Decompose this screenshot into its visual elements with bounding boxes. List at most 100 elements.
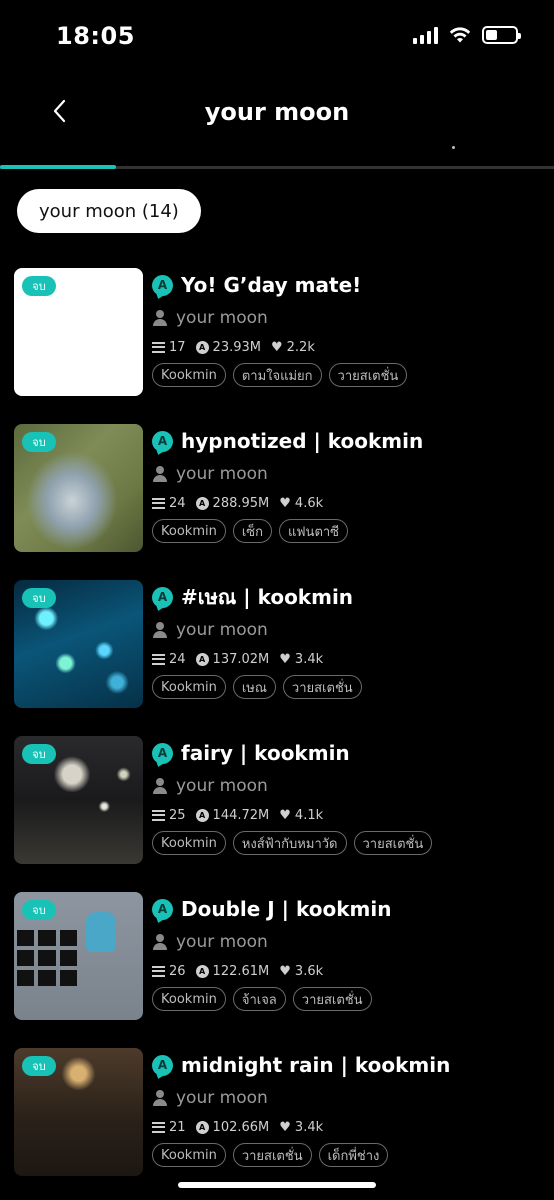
header: your moon [0,74,554,154]
heart-icon: ♥ [279,495,291,511]
story-item[interactable]: จบ A Yo! G’day mate! your moon 17 A 23.93M… [0,268,554,424]
completed-badge: จบ [22,588,56,608]
story-item[interactable]: จบ Ahypnotized | kookmin your moon 24 A2… [0,424,554,580]
story-item[interactable]: จบ Afairy | kookmin your moon 25 A 144.72… [0,736,554,892]
tab-indicator [0,165,116,169]
status-time: 18:05 [56,22,135,50]
reads-icon: A [195,496,209,510]
chapter-count: 26 [169,963,186,979]
like-count: 4.6k [294,495,324,511]
signal-icon [413,26,438,44]
user-icon [152,466,168,482]
author-name[interactable]: your moon [176,776,268,796]
tag[interactable]: วายสเตชั่น [353,831,433,855]
heart-icon: ♥ [270,339,283,355]
story-info: Afairy | kookmin your moon 25 A 144.72M ♥… [152,740,542,855]
story-item[interactable]: จบ A #เษณ | kookmin your moon 24 A 137.02M… [0,580,554,736]
tag[interactable]: หงส์ฟ้ากับหมาวัด [232,831,347,855]
read-count: 144.72M [212,807,270,823]
story-list: จบ A Yo! G’day mate! your moon 17 A 23.93M… [0,268,554,1200]
chapter-count: 24 [169,651,186,667]
author-name[interactable]: your moon [176,464,268,484]
battery-icon [482,26,521,44]
story-info: Ahypnotized | kookmin your moon 24 A 288.… [152,428,542,543]
user-icon [152,310,168,326]
read-count: 23.93M [212,339,261,355]
tag[interactable]: เษณ [232,675,276,699]
heart-icon: ♥ [279,651,291,667]
like-count: 2.2k [286,339,315,355]
story-info: A Yo! G’day mate! your moon 17 A 23.93M ♥ 2… [152,272,542,387]
cover-art [17,930,77,986]
like-count: 3.6k [294,963,324,979]
chapter-count: 17 [169,339,186,355]
reads-icon: A [195,1120,209,1134]
tag[interactable]: Kookmin [152,831,226,855]
completed-badge: จบ [22,1056,56,1076]
chapters-icon [152,341,165,353]
story-info: A #เษณ | kookmin your moon 24 A 137.02M ♥ 3… [152,584,542,699]
story-type-icon: A [152,586,173,608]
author-name[interactable]: your moon [176,1088,268,1108]
completed-badge: จบ [22,900,56,920]
wifi-icon [449,27,471,43]
reads-icon: A [195,964,209,978]
home-indicator[interactable] [178,1182,376,1188]
like-count: 3.4k [294,1119,324,1135]
author-name[interactable]: your moon [176,932,268,952]
chapter-count: 25 [169,807,186,823]
tag[interactable]: วายสเตชั่น [232,1143,312,1167]
author-name[interactable]: your moon [176,308,268,328]
read-count: 288.95M [212,495,270,511]
tag[interactable]: Kookmin [152,1143,226,1167]
story-title[interactable]: #เษณ | kookmin [181,581,353,613]
tag[interactable]: จ้าเจล [232,987,286,1011]
tag[interactable]: Kookmin [152,987,226,1011]
like-count: 3.4k [294,651,324,667]
heart-icon: ♥ [279,807,291,823]
tag[interactable]: วายสเตชั่น [292,987,372,1011]
chapter-count: 24 [169,495,186,511]
reads-icon: A [195,652,209,666]
story-cover[interactable]: จบ [14,424,143,552]
story-cover[interactable]: จบ [14,580,143,708]
reads-icon: A [195,808,209,822]
story-title[interactable]: hypnotized | kookmin [181,429,423,453]
story-cover[interactable]: จบ [14,268,143,396]
tag[interactable]: Kookmin [152,675,226,699]
story-info: A Double J | kookmin your moon 26 A 122.61… [152,896,542,1011]
tag[interactable]: เด็กพี่ช่าง [318,1143,389,1167]
story-cover[interactable]: จบ [14,1048,143,1176]
story-title[interactable]: midnight rain | kookmin [181,1053,450,1077]
story-type-icon: A [152,430,173,452]
story-title[interactable]: Double J | kookmin [181,897,391,921]
story-type-icon: A [152,1054,173,1076]
like-count: 4.1k [294,807,324,823]
read-count: 122.61M [212,963,270,979]
tag[interactable]: Kookmin [152,363,226,387]
chapters-icon [152,809,165,821]
story-type-icon: A [152,274,173,296]
story-cover[interactable]: จบ [14,892,143,1020]
story-title[interactable]: fairy | kookmin [181,741,350,765]
author-name[interactable]: your moon [176,620,268,640]
tag[interactable]: แฟนตาซี [278,519,349,543]
tag[interactable]: ตามใจแม่ยก [232,363,322,387]
story-cover[interactable]: จบ [14,736,143,864]
user-icon [152,1090,168,1106]
filter-chip[interactable]: your moon (14) [17,189,201,233]
tag[interactable]: วายสเตชั่น [282,675,362,699]
story-type-icon: A [152,898,173,920]
read-count: 137.02M [212,651,270,667]
chapter-count: 21 [169,1119,186,1135]
tag[interactable]: เซ็ก [232,519,272,543]
chapters-icon [152,497,165,509]
story-title[interactable]: Yo! G’day mate! [181,273,361,297]
tag[interactable]: Kookmin [152,519,226,543]
status-bar: 18:05 [0,0,554,74]
user-icon [152,778,168,794]
story-item[interactable]: จบ A Double J | kookmin your moon 26 A 122… [0,892,554,1048]
status-icons [413,26,521,44]
story-item[interactable]: จบ Amidnight rain | kookmin your moon 21… [0,1048,554,1200]
tag[interactable]: วายสเตชั่น [328,363,408,387]
